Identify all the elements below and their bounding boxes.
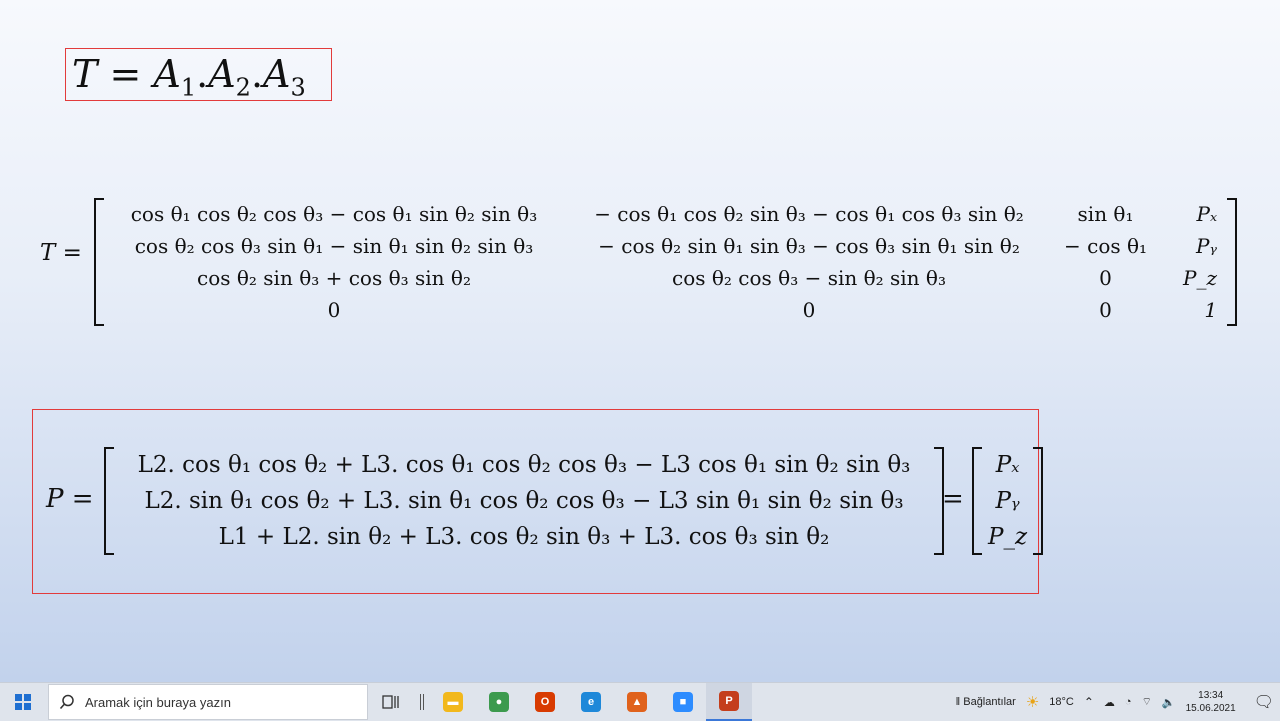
p-vector-x: Pₓ xyxy=(995,452,1020,478)
equals-sign: = xyxy=(942,484,964,514)
search-placeholder: Aramak için buraya yazın xyxy=(85,694,231,710)
p-vector: Pₓ Pᵧ P_z xyxy=(972,447,1044,555)
windows-logo-icon xyxy=(15,694,31,710)
temperature[interactable]: 18°C xyxy=(1049,696,1074,708)
clock-time: 13:34 xyxy=(1198,690,1224,701)
pinned-apps: ▬ ● Oe ▲ ■ P xyxy=(430,683,752,721)
p-matrix: L2. cos θ₁ cos θ₂ + L3. cos θ₁ cos θ₂ co… xyxy=(104,447,944,555)
t-matrix-cell: Pᵧ xyxy=(1196,234,1218,258)
t-matrix-cell: cos θ₂ sin θ₃ + cos θ₃ sin θ₂ xyxy=(197,266,471,290)
p-row-1: L2. cos θ₁ cos θ₂ + L3. cos θ₁ cos θ₂ co… xyxy=(137,452,911,478)
windows-taskbar: Aramak için buraya yazın ▬ ● Oe ▲ ■ P ‖ Bağla… xyxy=(0,682,1280,721)
office-icon: O xyxy=(535,692,555,712)
taskbar-app-edge[interactable]: e xyxy=(568,683,614,721)
p-matrix-label: P = xyxy=(46,484,94,514)
t-matrix-cell: 0 xyxy=(1099,298,1112,322)
clock[interactable]: 13:34 15.06.2021 xyxy=(1186,689,1236,715)
taskbar-app-file-explorer[interactable]: ▬ xyxy=(430,683,476,721)
p-row-2: L2. sin θ₁ cos θ₂ + L3. sin θ₁ cos θ₂ co… xyxy=(144,488,904,514)
p-row-3: L1 + L2. sin θ₂ + L3. cos θ₂ sin θ₃ + L3… xyxy=(218,524,830,550)
right-bracket xyxy=(1033,447,1044,555)
t-matrix-cell: cos θ₁ cos θ₂ cos θ₃ − cos θ₁ sin θ₂ sin… xyxy=(130,202,538,226)
t-matrix-cell: 0 xyxy=(1099,266,1112,290)
powerpoint-icon: P xyxy=(719,691,739,711)
p-vector-z: P_z xyxy=(988,524,1028,550)
left-bracket xyxy=(94,198,104,326)
task-view-icon xyxy=(382,695,399,709)
t-matrix-cell: 0 xyxy=(802,298,816,322)
t-matrix-cell: cos θ₂ cos θ₃ sin θ₁ − sin θ₁ sin θ₂ sin… xyxy=(134,234,534,258)
links-label: Bağlantılar xyxy=(963,696,1016,708)
links-toolbar[interactable]: ‖ Bağlantılar xyxy=(956,696,1016,708)
t-matrix-cell: 1 xyxy=(1204,298,1218,322)
chevron-up-icon[interactable]: ⌃ xyxy=(1084,695,1094,709)
t-matrix-label: T = xyxy=(40,240,82,266)
volume-icon[interactable]: 🔈 xyxy=(1162,696,1176,709)
t-matrix-cell: sin θ₁ xyxy=(1077,202,1134,226)
start-button[interactable] xyxy=(0,683,46,721)
notifications-icon[interactable]: 🗨 xyxy=(1254,692,1274,712)
search-icon xyxy=(59,694,74,710)
p-vector-grid: Pₓ Pᵧ P_z xyxy=(982,447,1033,555)
left-bracket xyxy=(104,447,114,555)
t-matrix-cell: − cos θ₁ xyxy=(1064,234,1148,258)
taskbar-app-office[interactable]: O xyxy=(522,683,568,721)
presentation-slide: T = A1.A2.A3 T = cos θ₁ cos θ₂ cos θ₃ − … xyxy=(0,0,1280,682)
taskbar-app-chrome[interactable]: ● xyxy=(476,683,522,721)
t-matrix-row: cos θ₂ cos θ₃ sin θ₁ − sin θ₁ sin θ₂ sin… xyxy=(104,230,1227,262)
taskbar-separator xyxy=(420,694,424,710)
clock-date: 15.06.2021 xyxy=(1185,703,1236,714)
t-matrix: cos θ₁ cos θ₂ cos θ₃ − cos θ₁ sin θ₂ sin… xyxy=(94,198,1238,326)
file-explorer-icon: ▬ xyxy=(443,692,463,712)
t-matrix-row: cos θ₂ sin θ₃ + cos θ₃ sin θ₂ cos θ₂ cos … xyxy=(104,262,1227,294)
t-matrix-cell: − cos θ₂ sin θ₁ sin θ₃ − cos θ₃ sin θ₁ s… xyxy=(598,234,1020,258)
taskbar-app-zoom[interactable]: ■ xyxy=(660,683,706,721)
chrome-icon: ● xyxy=(489,692,509,712)
matlab-icon: ▲ xyxy=(627,692,647,712)
p-matrix-grid: L2. cos θ₁ cos θ₂ + L3. cos θ₁ cos θ₂ co… xyxy=(114,447,934,555)
t-matrix-cell: cos θ₂ cos θ₃ − sin θ₂ sin θ₃ xyxy=(672,266,946,290)
t-matrix-cell: 0 xyxy=(327,298,341,322)
t-matrix-row: 0 0 0 1 xyxy=(104,294,1227,326)
t-matrix-cell: Pₓ xyxy=(1196,202,1218,226)
system-tray: ‖ Bağlantılar ☀ 18°C ⌃ ☁ ◔ ⌔ 🔈 13:34 15.… xyxy=(956,689,1280,715)
t-matrix-cell: − cos θ₁ cos θ₂ sin θ₃ − cos θ₁ cos θ₃ s… xyxy=(594,202,1024,226)
wifi-icon[interactable]: ⌔ xyxy=(1142,695,1152,709)
taskbar-app-matlab[interactable]: ▲ xyxy=(614,683,660,721)
t-matrix-row: cos θ₁ cos θ₂ cos θ₃ − cos θ₁ sin θ₂ sin… xyxy=(104,198,1227,230)
network-icon[interactable]: ◔ xyxy=(1125,696,1132,708)
right-bracket xyxy=(1227,198,1238,326)
taskbar-app-powerpoint[interactable]: P xyxy=(706,683,752,721)
edge-icon: e xyxy=(581,692,601,712)
t-matrix-grid: cos θ₁ cos θ₂ cos θ₃ − cos θ₁ sin θ₂ sin… xyxy=(104,198,1227,326)
onedrive-icon[interactable]: ☁ xyxy=(1104,696,1115,709)
task-view-button[interactable] xyxy=(368,683,414,721)
left-bracket xyxy=(972,447,982,555)
formula-t: T = A1.A2.A3 xyxy=(72,52,306,102)
t-matrix-cell: P_z xyxy=(1183,266,1218,290)
p-vector-y: Pᵧ xyxy=(995,488,1020,514)
taskbar-search-box[interactable]: Aramak için buraya yazın xyxy=(48,684,368,720)
zoom-icon: ■ xyxy=(673,692,693,712)
weather-icon[interactable]: ☀ xyxy=(1026,693,1039,711)
